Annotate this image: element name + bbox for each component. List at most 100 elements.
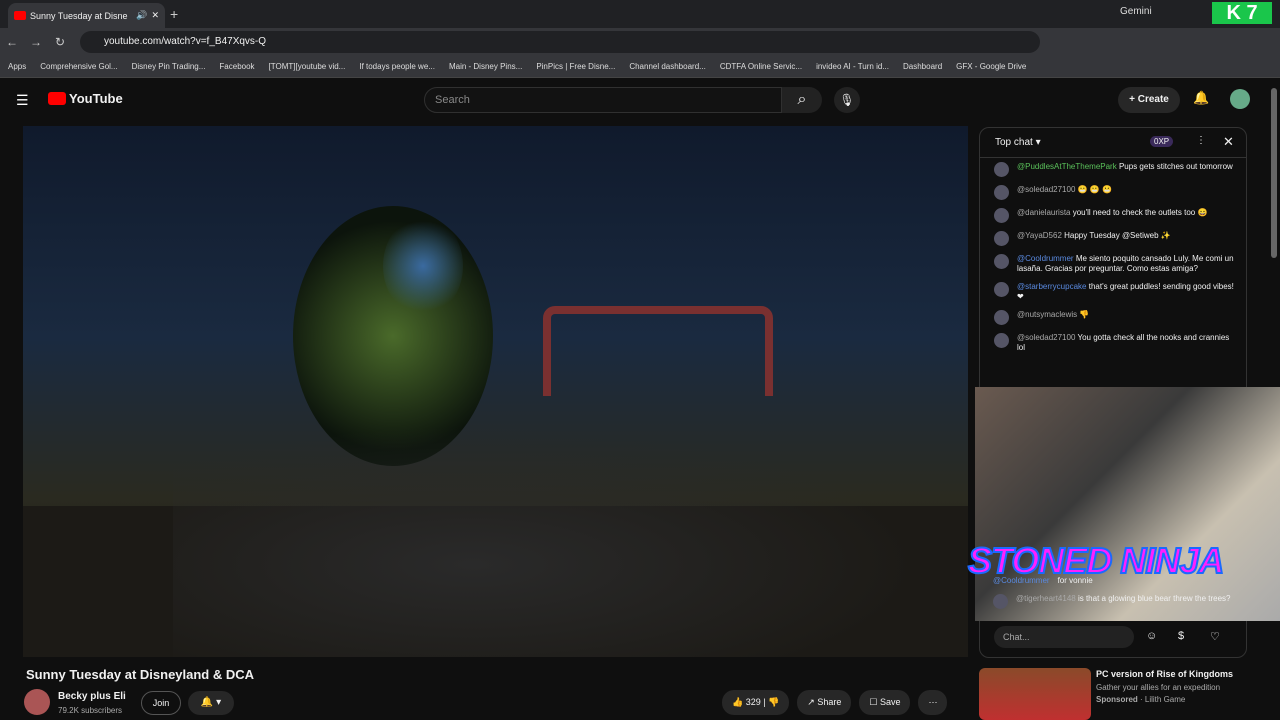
recommendation-title[interactable]: PC version of Rise of Kingdoms	[1096, 669, 1233, 679]
bookmark-item[interactable]: PinPics | Free Disne...	[536, 62, 615, 71]
browser-tab[interactable]: Sunny Tuesday at Disne 🔊 ✕	[8, 3, 165, 28]
bookmark-item[interactable]: Dashboard	[903, 62, 942, 71]
bookmark-item[interactable]: If todays people we...	[359, 62, 435, 71]
bookmark-item[interactable]: [TOMT][youtube vid...	[269, 62, 346, 71]
chat-author: @soledad27100	[1017, 185, 1076, 194]
recommendation-sponsor: Sponsored · Lilith Game	[1096, 695, 1186, 704]
youtube-logo[interactable]: YouTube	[48, 91, 123, 106]
xp-badge[interactable]: 0XP	[1150, 136, 1174, 147]
bookmark-item[interactable]: Disney Pin Trading...	[132, 62, 206, 71]
chat-body: @Cooldrummer Me siento poquito cansado L…	[1017, 254, 1234, 274]
bookmark-item[interactable]: Channel dashboard...	[629, 62, 706, 71]
close-tab-icon[interactable]: ✕	[151, 10, 159, 21]
bookmark-item[interactable]: Main - Disney Pins...	[449, 62, 522, 71]
speaker-icon[interactable]: 🔊	[136, 10, 147, 21]
chat-text: you'll need to check the outlets too 😄	[1072, 208, 1208, 217]
chat-message: @soledad27100 You gotta check all the no…	[980, 329, 1246, 357]
channel-avatar[interactable]	[24, 689, 50, 715]
heart-icon[interactable]: ♡	[1210, 630, 1220, 643]
gemini-button[interactable]: Gemini	[1120, 6, 1152, 17]
youtube-header: ☰ YouTube Search ⌕ 🎙 + Create 🔔	[0, 80, 1268, 120]
video-title: Sunny Tuesday at Disneyland & DCA	[26, 667, 255, 682]
microphone-icon[interactable]: 🎙	[834, 87, 860, 113]
chat-message: @YayaD562 Happy Tuesday @Setiweb ✨	[980, 227, 1246, 250]
chat-author: @starberrycupcake	[1017, 282, 1087, 291]
video-crowd	[173, 426, 923, 657]
chat-text: 👎	[1079, 310, 1090, 319]
chat-body: @soledad27100 You gotta check all the no…	[1017, 333, 1234, 353]
bookmark-item[interactable]: CDTFA Online Servic...	[720, 62, 802, 71]
chat-body: @PuddlesAtTheThemePark Pups gets stitche…	[1017, 162, 1233, 177]
chat-message: @nutsymaclewis 👎	[980, 306, 1246, 329]
chat-author: @danielaurista	[1017, 208, 1071, 217]
chat-text: 😬 😬 😬	[1077, 185, 1112, 194]
video-blue-tree	[383, 216, 463, 316]
share-label: Share	[817, 697, 842, 707]
chat-avatar	[994, 231, 1009, 246]
chat-body: @danielaurista you'll need to check the …	[1017, 208, 1207, 223]
back-icon[interactable]: ←	[0, 35, 24, 49]
chat-avatar	[994, 310, 1009, 325]
chat-body: @nutsymaclewis 👎	[1017, 310, 1089, 325]
emoji-icon[interactable]: ☺	[1146, 630, 1157, 642]
tab-title: Sunny Tuesday at Disne	[30, 10, 128, 21]
chat-avatar	[994, 254, 1009, 269]
notifications-icon[interactable]: 🔔	[1193, 90, 1209, 106]
chat-message: @starberrycupcake that's great puddles! …	[980, 278, 1246, 306]
bookmark-item[interactable]: Facebook	[219, 62, 254, 71]
chat-text: Pups gets stitches out tomorrow	[1118, 162, 1233, 171]
chat-author: @nutsymaclewis	[1017, 310, 1078, 319]
join-button[interactable]: Join	[141, 691, 181, 715]
save-label: Save	[879, 697, 901, 707]
browser-tab-bar: Sunny Tuesday at Disne 🔊 ✕ + Gemini K 7	[0, 0, 1280, 28]
chat-body: @starberrycupcake that's great puddles! …	[1017, 282, 1234, 302]
chat-message: @tigerheart4148 is that a glowing blue b…	[979, 590, 1247, 613]
bookmark-item[interactable]: GFX - Google Drive	[956, 62, 1026, 71]
top-chat-dropdown[interactable]: Top chat ▾	[995, 137, 1041, 148]
chat-bottom-messages: @Cooldrummer for vonnie @tigerheart4148 i…	[979, 572, 1247, 613]
channel-name[interactable]: Becky plus Eli	[58, 691, 126, 702]
bookmark-item[interactable]: Apps	[8, 62, 26, 71]
chat-avatar	[994, 185, 1009, 200]
share-button[interactable]: ↗ Share	[797, 690, 852, 715]
more-actions-icon[interactable]: ⋯	[918, 690, 948, 715]
video-player[interactable]	[23, 126, 968, 657]
chat-close-icon[interactable]: ✕	[1223, 134, 1234, 150]
account-avatar[interactable]	[1230, 89, 1250, 109]
chat-text: for vonnie	[1057, 576, 1093, 585]
chat-message: @soledad27100 😬 😬 😬	[980, 181, 1246, 204]
create-label: Create	[1137, 94, 1169, 105]
chat-author: @Cooldrummer	[993, 576, 1050, 585]
bookmark-item[interactable]: invideo AI - Turn id...	[816, 62, 889, 71]
chat-input[interactable]: Chat...	[994, 626, 1134, 648]
create-button[interactable]: + Create	[1118, 87, 1180, 113]
chat-avatar	[994, 282, 1009, 297]
recommendation-thumbnail[interactable]	[979, 668, 1091, 720]
bookmark-item[interactable]: Comprehensive Gol...	[40, 62, 117, 71]
reload-icon[interactable]: ↻	[48, 35, 72, 49]
chat-avatar	[994, 333, 1009, 348]
chat-message: @danielaurista you'll need to check the …	[980, 204, 1246, 227]
top-chat-label: Top chat	[995, 137, 1033, 148]
save-button[interactable]: ☐ Save	[859, 690, 911, 715]
search-icon[interactable]: ⌕	[782, 87, 822, 113]
notification-bell-button[interactable]: 🔔 ▾	[188, 691, 234, 715]
chat-more-icon[interactable]: ⋮	[1196, 135, 1206, 146]
url-field[interactable]: youtube.com/watch?v=f_B47Xqvs-Q	[80, 31, 1040, 53]
hamburger-menu-icon[interactable]: ☰	[16, 92, 29, 109]
youtube-favicon-icon	[14, 11, 26, 20]
search-input[interactable]: Search	[424, 87, 782, 113]
chat-message: @Cooldrummer for vonnie	[979, 572, 1247, 590]
sponsor-name: Lilith Game	[1144, 695, 1186, 704]
chat-text: is that a glowing blue bear threw the tr…	[1077, 594, 1231, 603]
window-controls[interactable]: K 7	[1212, 2, 1272, 24]
forward-icon[interactable]: →	[24, 35, 48, 49]
new-tab-button[interactable]: +	[170, 6, 178, 22]
chat-message: @PuddlesAtTheThemePark Pups gets stitche…	[980, 158, 1246, 181]
like-button[interactable]: 👍 329 | 👎	[722, 690, 790, 715]
page-scrollbar[interactable]	[1271, 88, 1277, 258]
chat-header: Top chat ▾ 0XP ⋮ ✕	[980, 128, 1246, 158]
super-chat-icon[interactable]: $	[1178, 630, 1184, 642]
youtube-play-icon	[48, 92, 66, 105]
chat-author: @YayaD562	[1017, 231, 1062, 240]
